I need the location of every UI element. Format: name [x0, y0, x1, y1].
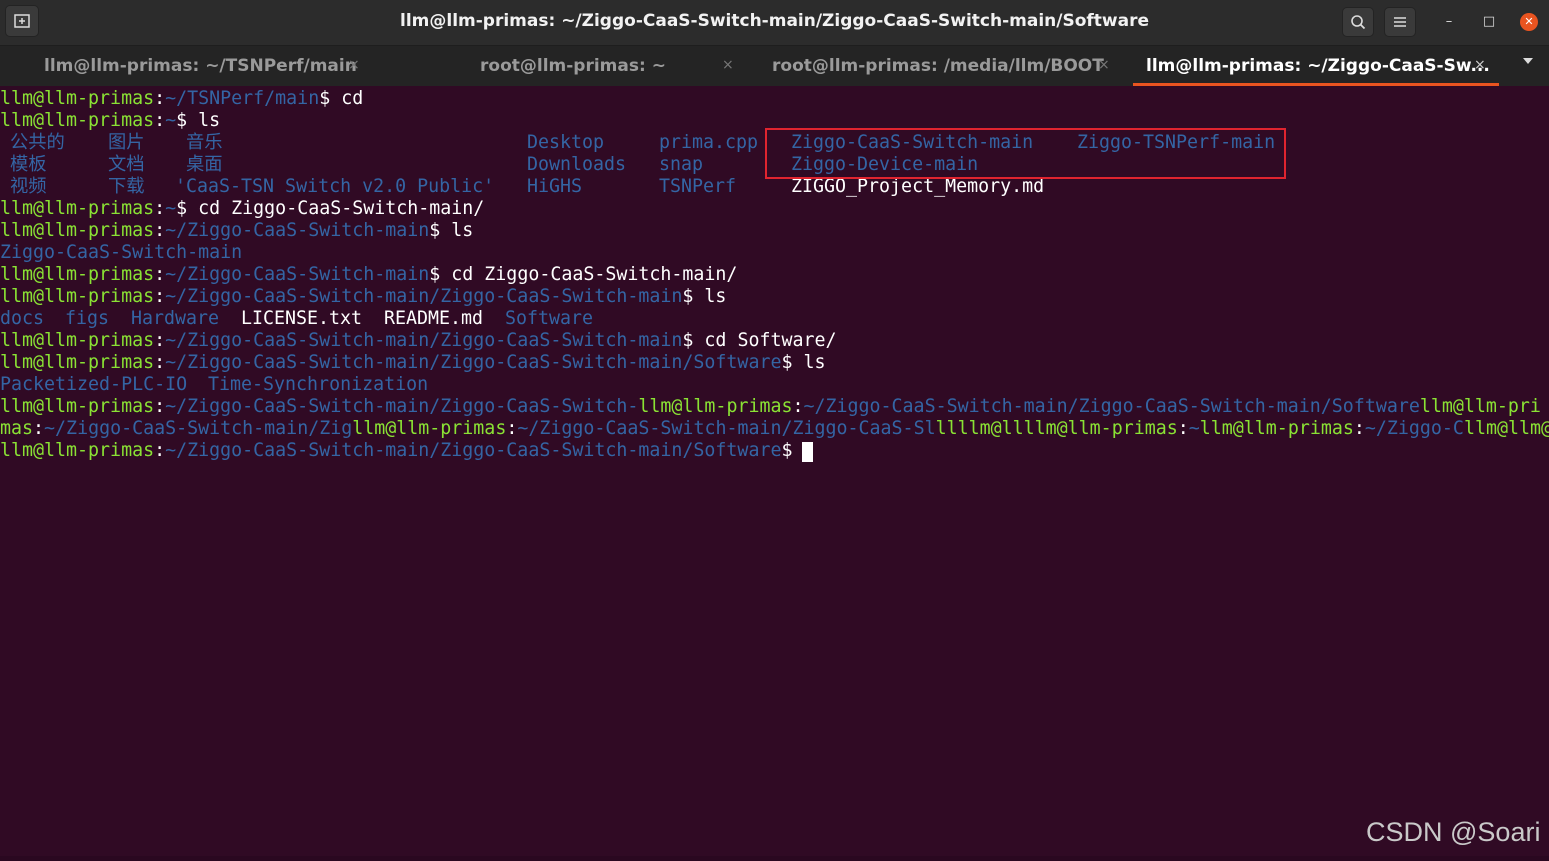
terminal-line-current-prompt: llm@llm-primas:~/Ziggo-CaaS-Switch-main/… — [0, 440, 804, 461]
ls-entry: snap — [659, 154, 704, 175]
tab-label: root@llm-primas: /media/llm/BOOT — [772, 56, 1104, 76]
tab-close-icon[interactable]: × — [348, 57, 360, 73]
tab-label: root@llm-primas: ~ — [480, 56, 666, 76]
ls-entry: 桌面 — [186, 154, 223, 175]
tab-label: llm@llm-primas: ~/Ziggo-CaaS-Sw... — [1146, 56, 1490, 76]
command-text: ls — [198, 110, 221, 131]
ls-entry: TSNPerf — [659, 176, 737, 197]
ls-entry: 图片 — [108, 132, 145, 153]
tab-list-dropdown-icon[interactable] — [1523, 58, 1533, 64]
terminal-line: llm@llm-primas:~/TSNPerf/main$ cd — [0, 88, 364, 109]
bottom-edge — [0, 856, 1549, 861]
terminal-line-garbled: llm@llm-primas:~/Ziggo-CaaS-Switch-main/… — [0, 396, 1541, 417]
menu-button[interactable] — [1384, 7, 1416, 37]
title-bar: llm@llm-primas: ~/Ziggo-CaaS-Switch-main… — [0, 0, 1549, 46]
ls-entry: figs — [65, 308, 110, 329]
ls-entry: 视频 — [10, 176, 47, 197]
ls-entry: Ziggo-CaaS-Switch-main — [791, 132, 1034, 153]
ls-entry: Downloads — [527, 154, 627, 175]
tab-close-icon[interactable]: × — [722, 57, 734, 73]
terminal-cursor — [802, 442, 813, 462]
window-title: llm@llm-primas: ~/Ziggo-CaaS-Switch-main… — [400, 11, 1149, 31]
terminal-line: llm@llm-primas:~/Ziggo-CaaS-Switch-main/… — [0, 286, 727, 307]
close-window-button[interactable]: ✕ — [1520, 13, 1538, 31]
tab-ziggo-active[interactable]: llm@llm-primas: ~/Ziggo-CaaS-Sw... × — [1133, 46, 1499, 86]
prompt-user: llm@llm-primas — [0, 110, 155, 131]
tab-tsnperf[interactable]: llm@llm-primas: ~/TSNPerf/main × — [0, 46, 372, 86]
ls-entry: 模板 — [10, 154, 47, 175]
search-button[interactable] — [1342, 7, 1374, 37]
search-icon — [1351, 15, 1366, 30]
terminal-line: llm@llm-primas:~$ cd Ziggo-CaaS-Switch-m… — [0, 198, 485, 219]
terminal-line: llm@llm-primas:~/Ziggo-CaaS-Switch-main$… — [0, 264, 738, 285]
ls-entry: Ziggo-Device-main — [791, 154, 979, 175]
maximize-button[interactable]: □ — [1480, 13, 1498, 31]
command-text: cd — [341, 88, 364, 109]
ls-entry: README.md — [384, 308, 484, 329]
prompt-path: ~ — [165, 110, 177, 131]
watermark: CSDN @Soari — [1366, 817, 1541, 847]
tab-root-boot[interactable]: root@llm-primas: /media/llm/BOOT × — [752, 46, 1132, 86]
ls-entry: 音乐 — [186, 132, 223, 153]
prompt-path: ~/TSNPerf/main — [165, 88, 320, 109]
terminal-line: llm@llm-primas:~$ ls — [0, 110, 221, 131]
tab-bar: llm@llm-primas: ~/TSNPerf/main × root@ll… — [0, 46, 1549, 86]
ls-entry: docs — [0, 308, 45, 329]
terminal-line: llm@llm-primas:~/Ziggo-CaaS-Switch-main$… — [0, 220, 474, 241]
hamburger-menu-icon — [1394, 17, 1406, 27]
ls-entry: 文档 — [108, 154, 145, 175]
ls-entry: 下载 — [108, 176, 145, 197]
ls-entry: Packetized-PLC-IO — [0, 374, 188, 395]
terminal-line: llm@llm-primas:~/Ziggo-CaaS-Switch-main/… — [0, 352, 826, 373]
ls-entry: Ziggo-TSNPerf-main — [1077, 132, 1276, 153]
ls-entry: prima.cpp — [659, 132, 759, 153]
ls-entry: HiGHS — [527, 176, 583, 197]
tab-label: llm@llm-primas: ~/TSNPerf/main — [44, 56, 357, 76]
ls-entry: Ziggo-CaaS-Switch-main — [0, 242, 243, 263]
minimize-button[interactable]: – — [1440, 13, 1458, 31]
ls-entry: 'CaaS-TSN Switch v2.0 Public' — [175, 176, 495, 197]
terminal-line-garbled: mas:~/Ziggo-CaaS-Switch-main/Zigllm@llm-… — [0, 418, 1549, 439]
prompt-user: llm@llm-primas — [0, 88, 155, 109]
ls-entry: Time-Synchronization — [208, 374, 429, 395]
ls-entry: 公共的 — [10, 132, 65, 153]
tab-root-home[interactable]: root@llm-primas: ~ × — [372, 46, 752, 86]
tab-close-icon[interactable]: × — [1098, 57, 1110, 73]
tab-close-icon[interactable]: × — [1474, 57, 1486, 73]
terminal-output[interactable]: llm@llm-primas:~/TSNPerf/main$ cd llm@ll… — [0, 88, 1549, 861]
ls-entry: Desktop — [527, 132, 605, 153]
ls-entry: LICENSE.txt — [241, 308, 363, 329]
ls-entry: Hardware — [131, 308, 220, 329]
ls-entry: Software — [505, 308, 594, 329]
terminal-line: llm@llm-primas:~/Ziggo-CaaS-Switch-main/… — [0, 330, 837, 351]
ls-entry: ZIGGO_Project_Memory.md — [791, 176, 1045, 197]
